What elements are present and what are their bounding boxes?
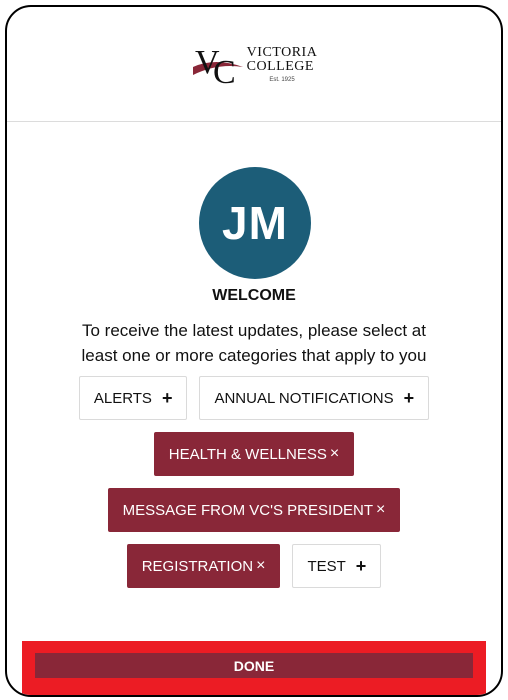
category-chip-annual-notifications[interactable]: ANNUAL NOTIFICATIONS + (199, 376, 430, 420)
category-label: HEALTH & WELLNESS (168, 445, 327, 463)
intro-line-1: To receive the latest updates, please se… (82, 321, 426, 340)
vc-monogram-icon: V C (192, 44, 243, 87)
category-chip-message-from-president[interactable]: MESSAGE FROM VC'S PRESIDENT × (107, 488, 401, 532)
logo-line-2: COLLEGE (246, 58, 314, 74)
category-chip-health-wellness[interactable]: HEALTH & WELLNESS × (153, 432, 355, 476)
intro-text: To receive the latest updates, please se… (37, 318, 471, 368)
welcome-heading: WELCOME (212, 287, 296, 304)
close-icon[interactable]: × (330, 445, 339, 463)
subscription-panel: V C VICTORIA COLLEGE Est. 1925 JM WELCOM… (5, 5, 503, 697)
avatar: JM (199, 167, 311, 279)
header: V C VICTORIA COLLEGE Est. 1925 (7, 7, 501, 122)
plus-icon: + (161, 387, 173, 408)
plus-icon: + (355, 555, 367, 576)
logo-wordmark: VICTORIA COLLEGE Est. 1925 (246, 44, 318, 83)
category-label: ANNUAL NOTIFICATIONS (214, 389, 394, 407)
logo-est: Est. 1925 (269, 76, 295, 83)
college-logo: V C VICTORIA COLLEGE Est. 1925 (191, 41, 318, 87)
done-highlight: DONE (22, 641, 486, 695)
close-icon[interactable]: × (376, 501, 385, 519)
category-chip-alerts[interactable]: ALERTS + (78, 376, 188, 420)
intro-line-2: least one or more categories that apply … (81, 346, 427, 365)
category-label: MESSAGE FROM VC'S PRESIDENT (122, 501, 374, 519)
plus-icon: + (403, 387, 415, 408)
svg-text:C: C (213, 54, 236, 87)
category-chip-registration[interactable]: REGISTRATION × (126, 544, 281, 588)
done-button[interactable]: DONE (35, 653, 473, 678)
category-label: TEST (307, 557, 346, 575)
close-icon[interactable]: × (256, 557, 265, 575)
category-list: ALERTS + ANNUAL NOTIFICATIONS + HEALTH &… (27, 376, 481, 588)
category-label: REGISTRATION (141, 557, 254, 575)
category-chip-test[interactable]: TEST + (292, 544, 382, 588)
category-label: ALERTS (93, 389, 152, 407)
logo-line-1: VICTORIA (246, 44, 318, 60)
